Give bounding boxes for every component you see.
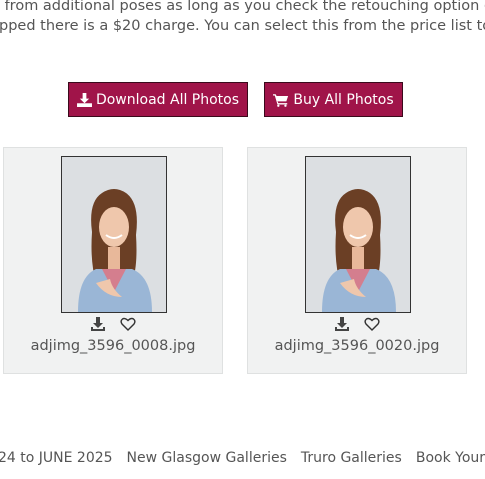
buy-all-label: Buy All Photos	[293, 91, 394, 108]
photo-thumbnail[interactable]	[305, 156, 411, 313]
buy-all-button[interactable]: Buy All Photos	[264, 82, 403, 117]
download-icon[interactable]	[90, 316, 106, 332]
download-all-label: Download All Photos	[95, 91, 240, 108]
cart-icon	[273, 93, 289, 107]
intro-line-1: r from additional poses as long as you c…	[0, 0, 485, 14]
photo-card: adjimg_3596_0020.jpg	[247, 147, 467, 374]
photo-actions	[4, 316, 222, 332]
heart-icon[interactable]	[120, 316, 136, 332]
footer-link-dates[interactable]: 24 to JUNE 2025	[0, 450, 113, 466]
footer-links: 24 to JUNE 2025 New Glasgow Galleries Tr…	[0, 450, 485, 466]
footer-link-new-glasgow[interactable]: New Glasgow Galleries	[127, 450, 287, 466]
download-all-button[interactable]: Download All Photos	[68, 82, 248, 117]
photo-filename: adjimg_3596_0020.jpg	[274, 338, 440, 354]
intro-text: r from additional poses as long as you c…	[0, 0, 485, 36]
download-icon	[76, 92, 92, 107]
portrait-image	[62, 157, 166, 312]
photo-actions	[248, 316, 466, 332]
photo-thumbnail[interactable]	[61, 156, 167, 313]
photo-card: adjimg_3596_0008.jpg	[3, 147, 223, 374]
download-icon[interactable]	[334, 316, 350, 332]
heart-icon[interactable]	[364, 316, 380, 332]
photo-filename: adjimg_3596_0008.jpg	[30, 338, 196, 354]
intro-line-2: ipped there is a $20 charge. You can sel…	[0, 18, 485, 34]
footer-link-book[interactable]: Book Your Gr	[416, 450, 485, 466]
footer-link-truro[interactable]: Truro Galleries	[301, 450, 402, 466]
portrait-image	[306, 157, 410, 312]
